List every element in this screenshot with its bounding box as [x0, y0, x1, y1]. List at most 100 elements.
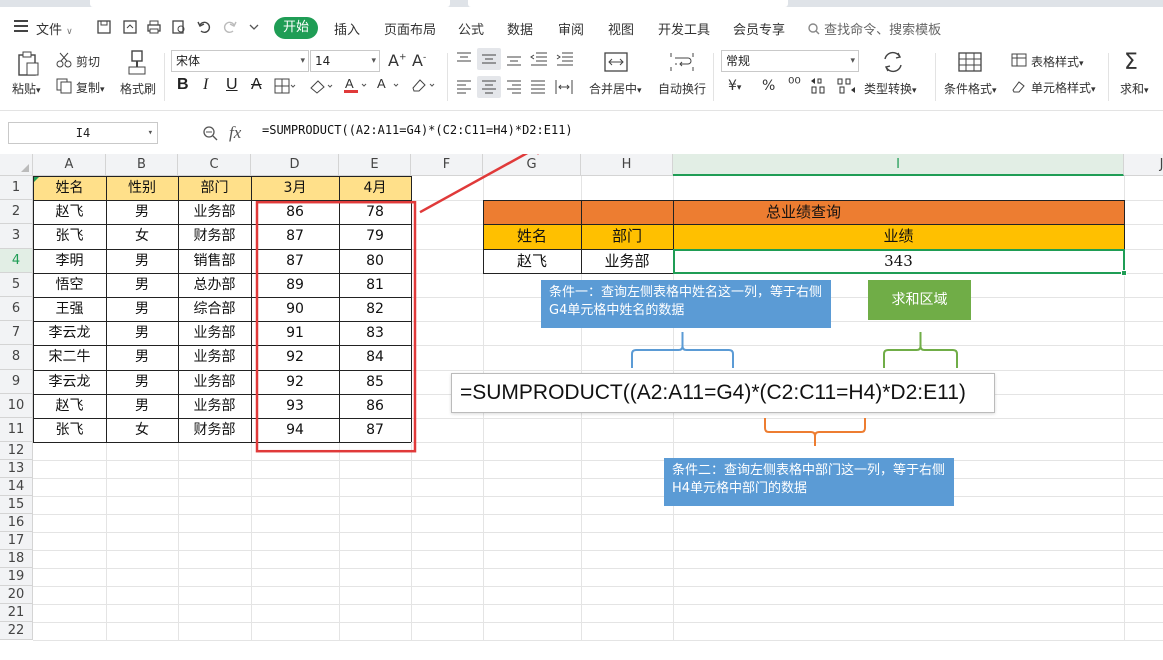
paste-button[interactable]: 粘贴▾: [12, 80, 41, 97]
conditional-format-label: 条件格式: [944, 82, 993, 96]
number-format-value: 常规: [726, 54, 751, 68]
underline-icon[interactable]: U: [226, 76, 238, 94]
tab-page-layout[interactable]: 页面布局: [384, 19, 436, 38]
paste-icon[interactable]: [16, 51, 40, 80]
bold-icon[interactable]: B: [177, 76, 189, 94]
file-menu-label: 文件: [36, 23, 63, 38]
tab-formulas[interactable]: 公式: [458, 19, 484, 38]
fill-pattern-icon[interactable]: [309, 78, 335, 97]
export-icon[interactable]: [122, 19, 138, 35]
table-style-icon: [1011, 53, 1027, 70]
align-right-icon[interactable]: [506, 80, 522, 97]
chevron-down-icon: ▾: [637, 86, 642, 96]
percent-icon[interactable]: %: [762, 78, 775, 94]
type-convert-label: 类型转换: [864, 82, 913, 96]
tab-developer[interactable]: 开发工具: [658, 19, 710, 38]
format-painter-icon[interactable]: [127, 50, 147, 79]
formula-input[interactable]: =SUMPRODUCT((A2:A11=G4)*(C2:C11=H4)*D2:E…: [262, 123, 573, 137]
formula-display-box: =SUMPRODUCT((A2:A11=G4)*(C2:C11=H4)*D2:E…: [451, 373, 995, 413]
sum-label: 求和: [1120, 82, 1145, 96]
conditional-format-button[interactable]: 条件格式▾: [944, 80, 997, 97]
formula-bar: I4 ▾ fx =SUMPRODUCT((A2:A11=G4)*(C2:C11=H…: [0, 118, 1163, 148]
table-style-button[interactable]: 表格样式▾: [1031, 53, 1084, 70]
tab-view[interactable]: 视图: [608, 19, 634, 38]
conditional-format-icon[interactable]: [958, 51, 982, 76]
font-color-icon[interactable]: A: [344, 76, 370, 97]
number-format-select[interactable]: 常规 ▾: [721, 50, 859, 72]
print-preview-icon[interactable]: [171, 19, 187, 35]
copy-button[interactable]: 复制▾: [76, 79, 105, 96]
document-tab[interactable]: [90, 0, 450, 7]
file-menu[interactable]: 文件 ∨: [36, 19, 73, 38]
brace-condition-one: [631, 332, 734, 368]
align-top-icon[interactable]: [456, 52, 472, 69]
callout-condition-two: 条件二：查询左侧表格中部门这一列，等于右侧H4单元格中部门的数据: [664, 458, 954, 506]
indent-decrease-icon[interactable]: [530, 52, 548, 69]
menu-bar: 文件 ∨ 开始 插入 页面布局 公式 数据 审阅 视图 开发工具 会员专享 查找…: [0, 7, 1163, 47]
ribbon-divider: [164, 53, 165, 101]
font-name-select[interactable]: 宋体 ▾: [171, 50, 309, 72]
chevron-down-icon: ▾: [147, 128, 153, 138]
wrap-text-button[interactable]: 自动换行: [658, 80, 706, 97]
ribbon-bottom-border: [0, 110, 1163, 111]
tab-insert[interactable]: 插入: [334, 19, 360, 38]
wrap-text-icon[interactable]: [670, 51, 694, 76]
strikethrough-icon[interactable]: A: [251, 76, 262, 94]
ribbon-divider: [1108, 53, 1109, 101]
currency-icon[interactable]: ¥▾: [728, 78, 741, 94]
chevron-down-icon: ▾: [36, 86, 41, 96]
ribbon-divider: [447, 53, 448, 101]
callout-sum-area: 求和区域: [868, 280, 971, 320]
undo-icon[interactable]: [196, 19, 212, 35]
increase-decimal-icon[interactable]: [810, 77, 830, 98]
merge-center-icon[interactable]: [604, 51, 628, 76]
redo-icon[interactable]: [222, 19, 238, 35]
hamburger-icon[interactable]: [14, 20, 28, 35]
distribute-icon[interactable]: [555, 79, 573, 98]
align-middle-icon[interactable]: [477, 48, 501, 70]
tab-member[interactable]: 会员专享: [733, 19, 785, 38]
chevron-down-icon: ▾: [100, 85, 105, 95]
arrow-line: [419, 154, 529, 214]
fill-color-icon[interactable]: A: [376, 76, 402, 97]
cut-button[interactable]: 剪切: [76, 53, 100, 70]
borders-icon[interactable]: [274, 78, 296, 97]
clear-format-icon[interactable]: [410, 77, 438, 96]
print-icon[interactable]: [146, 19, 162, 35]
format-painter-button[interactable]: 格式刷: [120, 80, 156, 97]
ribbon-divider: [713, 53, 714, 101]
align-left-icon[interactable]: [456, 80, 472, 97]
save-icon[interactable]: [96, 19, 112, 35]
svg-text:⁰⁰: ⁰⁰: [788, 75, 801, 93]
font-shrink-icon[interactable]: A-: [412, 51, 426, 70]
font-size-select[interactable]: 14 ▾: [310, 50, 380, 72]
italic-icon[interactable]: I: [203, 76, 208, 94]
name-box[interactable]: I4 ▾: [8, 122, 158, 144]
tab-data[interactable]: 数据: [507, 19, 533, 38]
scissors-icon: [56, 52, 72, 71]
sum-icon[interactable]: Σ: [1124, 50, 1138, 75]
table-style-label: 表格样式: [1031, 55, 1080, 69]
type-convert-icon[interactable]: [881, 51, 905, 76]
merge-center-label: 合并居中: [589, 82, 638, 96]
tab-start[interactable]: 开始: [274, 17, 318, 39]
sum-button[interactable]: 求和▾: [1120, 80, 1149, 97]
chevron-down-icon: ▾: [1144, 86, 1149, 96]
decrease-decimal-icon[interactable]: [836, 77, 856, 98]
comma-style-icon[interactable]: ⁰⁰: [786, 74, 804, 98]
tab-review[interactable]: 审阅: [558, 19, 584, 38]
insert-function-icon[interactable]: fx: [229, 123, 241, 143]
merge-center-button[interactable]: 合并居中▾: [589, 80, 642, 97]
document-tab[interactable]: [468, 0, 788, 7]
indent-increase-icon[interactable]: [556, 52, 574, 69]
command-search[interactable]: 查找命令、搜索模板: [808, 19, 941, 38]
justify-icon[interactable]: [530, 80, 546, 97]
quick-access-more-icon[interactable]: [248, 19, 264, 35]
brace-condition-two: [764, 418, 866, 446]
cell-style-button[interactable]: 单元格样式▾: [1031, 79, 1096, 96]
zoom-icon[interactable]: [202, 125, 218, 144]
font-grow-icon[interactable]: A+: [388, 51, 407, 70]
align-center-icon[interactable]: [477, 76, 501, 98]
align-bottom-icon[interactable]: [506, 52, 522, 69]
type-convert-button[interactable]: 类型转换▾: [864, 80, 917, 97]
